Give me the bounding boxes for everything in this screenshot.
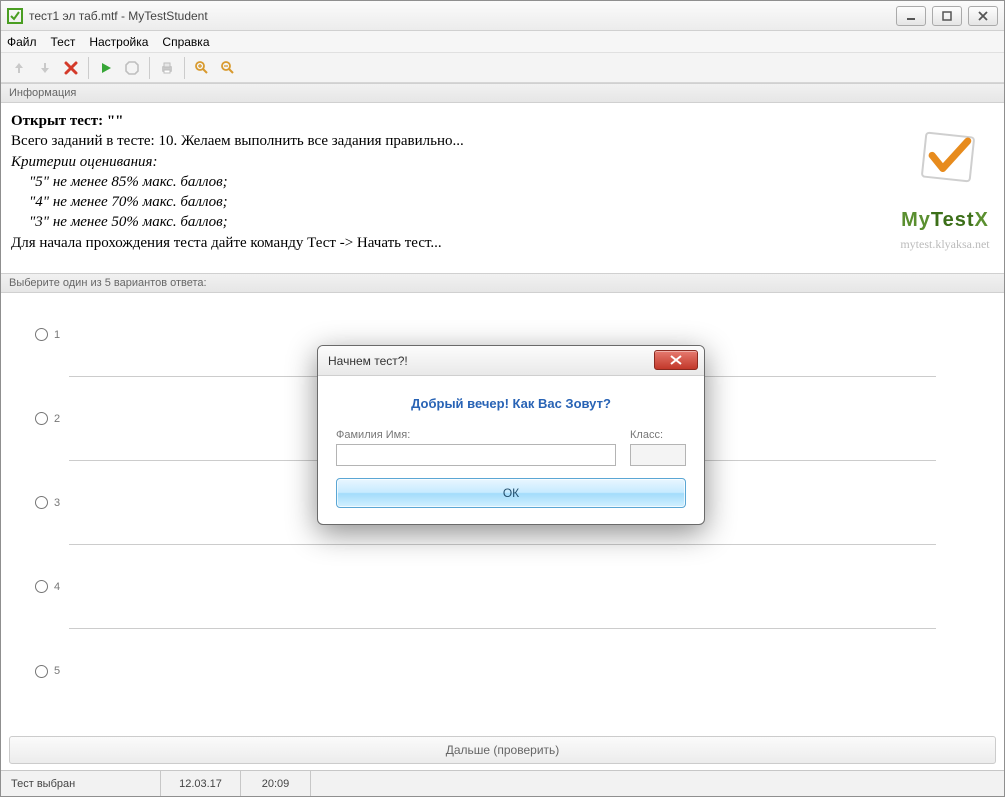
zoom-in-icon[interactable] bbox=[190, 56, 214, 80]
play-icon[interactable] bbox=[94, 56, 118, 80]
menu-file[interactable]: Файл bbox=[7, 35, 37, 49]
class-input[interactable] bbox=[630, 444, 686, 466]
menu-test[interactable]: Тест bbox=[51, 35, 76, 49]
ok-button[interactable]: ОК bbox=[336, 478, 686, 508]
stop-icon[interactable] bbox=[120, 56, 144, 80]
status-spacer bbox=[311, 771, 1004, 796]
answer-radio-5[interactable] bbox=[35, 665, 48, 678]
dialog-title: Начнем тест?! bbox=[328, 354, 408, 368]
zoom-out-icon[interactable] bbox=[216, 56, 240, 80]
answer-radio-2[interactable] bbox=[35, 412, 48, 425]
menu-help[interactable]: Справка bbox=[162, 35, 209, 49]
logo-test: Test bbox=[931, 209, 975, 231]
status-time: 20:09 bbox=[241, 771, 311, 796]
info-panel: Открыт тест: "" Всего заданий в тесте: 1… bbox=[1, 103, 1004, 273]
answer-radio-4[interactable] bbox=[35, 580, 48, 593]
status-date: 12.03.17 bbox=[161, 771, 241, 796]
start-hint: Для начала прохождения теста дайте коман… bbox=[11, 233, 994, 253]
answer-radio-3[interactable] bbox=[35, 496, 48, 509]
dialog-title-bar: Начнем тест?! bbox=[318, 346, 704, 376]
separator bbox=[184, 57, 185, 79]
maximize-button[interactable] bbox=[932, 6, 962, 26]
menu-settings[interactable]: Настройка bbox=[89, 35, 148, 49]
criteria-3: "3" не менее 50% макс. баллов; bbox=[29, 214, 228, 230]
dialog-close-button[interactable] bbox=[654, 350, 698, 370]
criteria-4: "4" не менее 70% макс. баллов; bbox=[29, 194, 228, 210]
name-input[interactable] bbox=[336, 444, 616, 466]
criteria-label: Критерии оценивания: bbox=[11, 154, 158, 170]
print-icon[interactable] bbox=[155, 56, 179, 80]
app-window: тест1 эл таб.mtf - MyTestStudent Файл Те… bbox=[0, 0, 1005, 797]
answer-row[interactable]: 4 bbox=[69, 545, 936, 629]
app-icon bbox=[7, 8, 23, 24]
answer-row[interactable]: 5 bbox=[69, 629, 936, 713]
status-bar: Тест выбран 12.03.17 20:09 bbox=[1, 770, 1004, 796]
toolbar bbox=[1, 53, 1004, 83]
logo-my: My bbox=[901, 209, 931, 231]
dialog-greeting: Добрый вечер! Как Вас Зовут? bbox=[336, 396, 686, 411]
status-state: Тест выбран bbox=[1, 771, 161, 796]
window-title: тест1 эл таб.mtf - MyTestStudent bbox=[29, 9, 208, 23]
answer-number: 5 bbox=[54, 665, 60, 677]
close-button[interactable] bbox=[968, 6, 998, 26]
app-logo: MyTestX mytest.klyaksa.net bbox=[900, 131, 990, 252]
class-label: Класс: bbox=[630, 429, 686, 441]
arrow-down-icon[interactable] bbox=[33, 56, 57, 80]
total-tasks-line: Всего заданий в тесте: 10. Желаем выполн… bbox=[11, 131, 994, 151]
logo-url: mytest.klyaksa.net bbox=[900, 236, 990, 252]
answers-header: Выберите один из 5 вариантов ответа: bbox=[1, 273, 1004, 293]
menu-bar: Файл Тест Настройка Справка bbox=[1, 31, 1004, 53]
separator bbox=[149, 57, 150, 79]
criteria-5: "5" не менее 85% макс. баллов; bbox=[29, 174, 228, 190]
opened-test-label: Открыт тест: "" bbox=[11, 113, 124, 129]
next-button[interactable]: Дальше (проверить) bbox=[9, 736, 996, 764]
answer-number: 4 bbox=[54, 581, 60, 593]
name-label: Фамилия Имя: bbox=[336, 429, 616, 441]
delete-icon[interactable] bbox=[59, 56, 83, 80]
separator bbox=[88, 57, 89, 79]
minimize-button[interactable] bbox=[896, 6, 926, 26]
start-test-dialog: Начнем тест?! Добрый вечер! Как Вас Зову… bbox=[317, 345, 705, 525]
info-header: Информация bbox=[1, 83, 1004, 103]
answer-number: 1 bbox=[54, 329, 60, 341]
logo-x: X bbox=[975, 209, 989, 231]
arrow-up-icon[interactable] bbox=[7, 56, 31, 80]
answer-number: 3 bbox=[54, 497, 60, 509]
answer-radio-1[interactable] bbox=[35, 328, 48, 341]
answer-number: 2 bbox=[54, 413, 60, 425]
title-bar: тест1 эл таб.mtf - MyTestStudent bbox=[1, 1, 1004, 31]
